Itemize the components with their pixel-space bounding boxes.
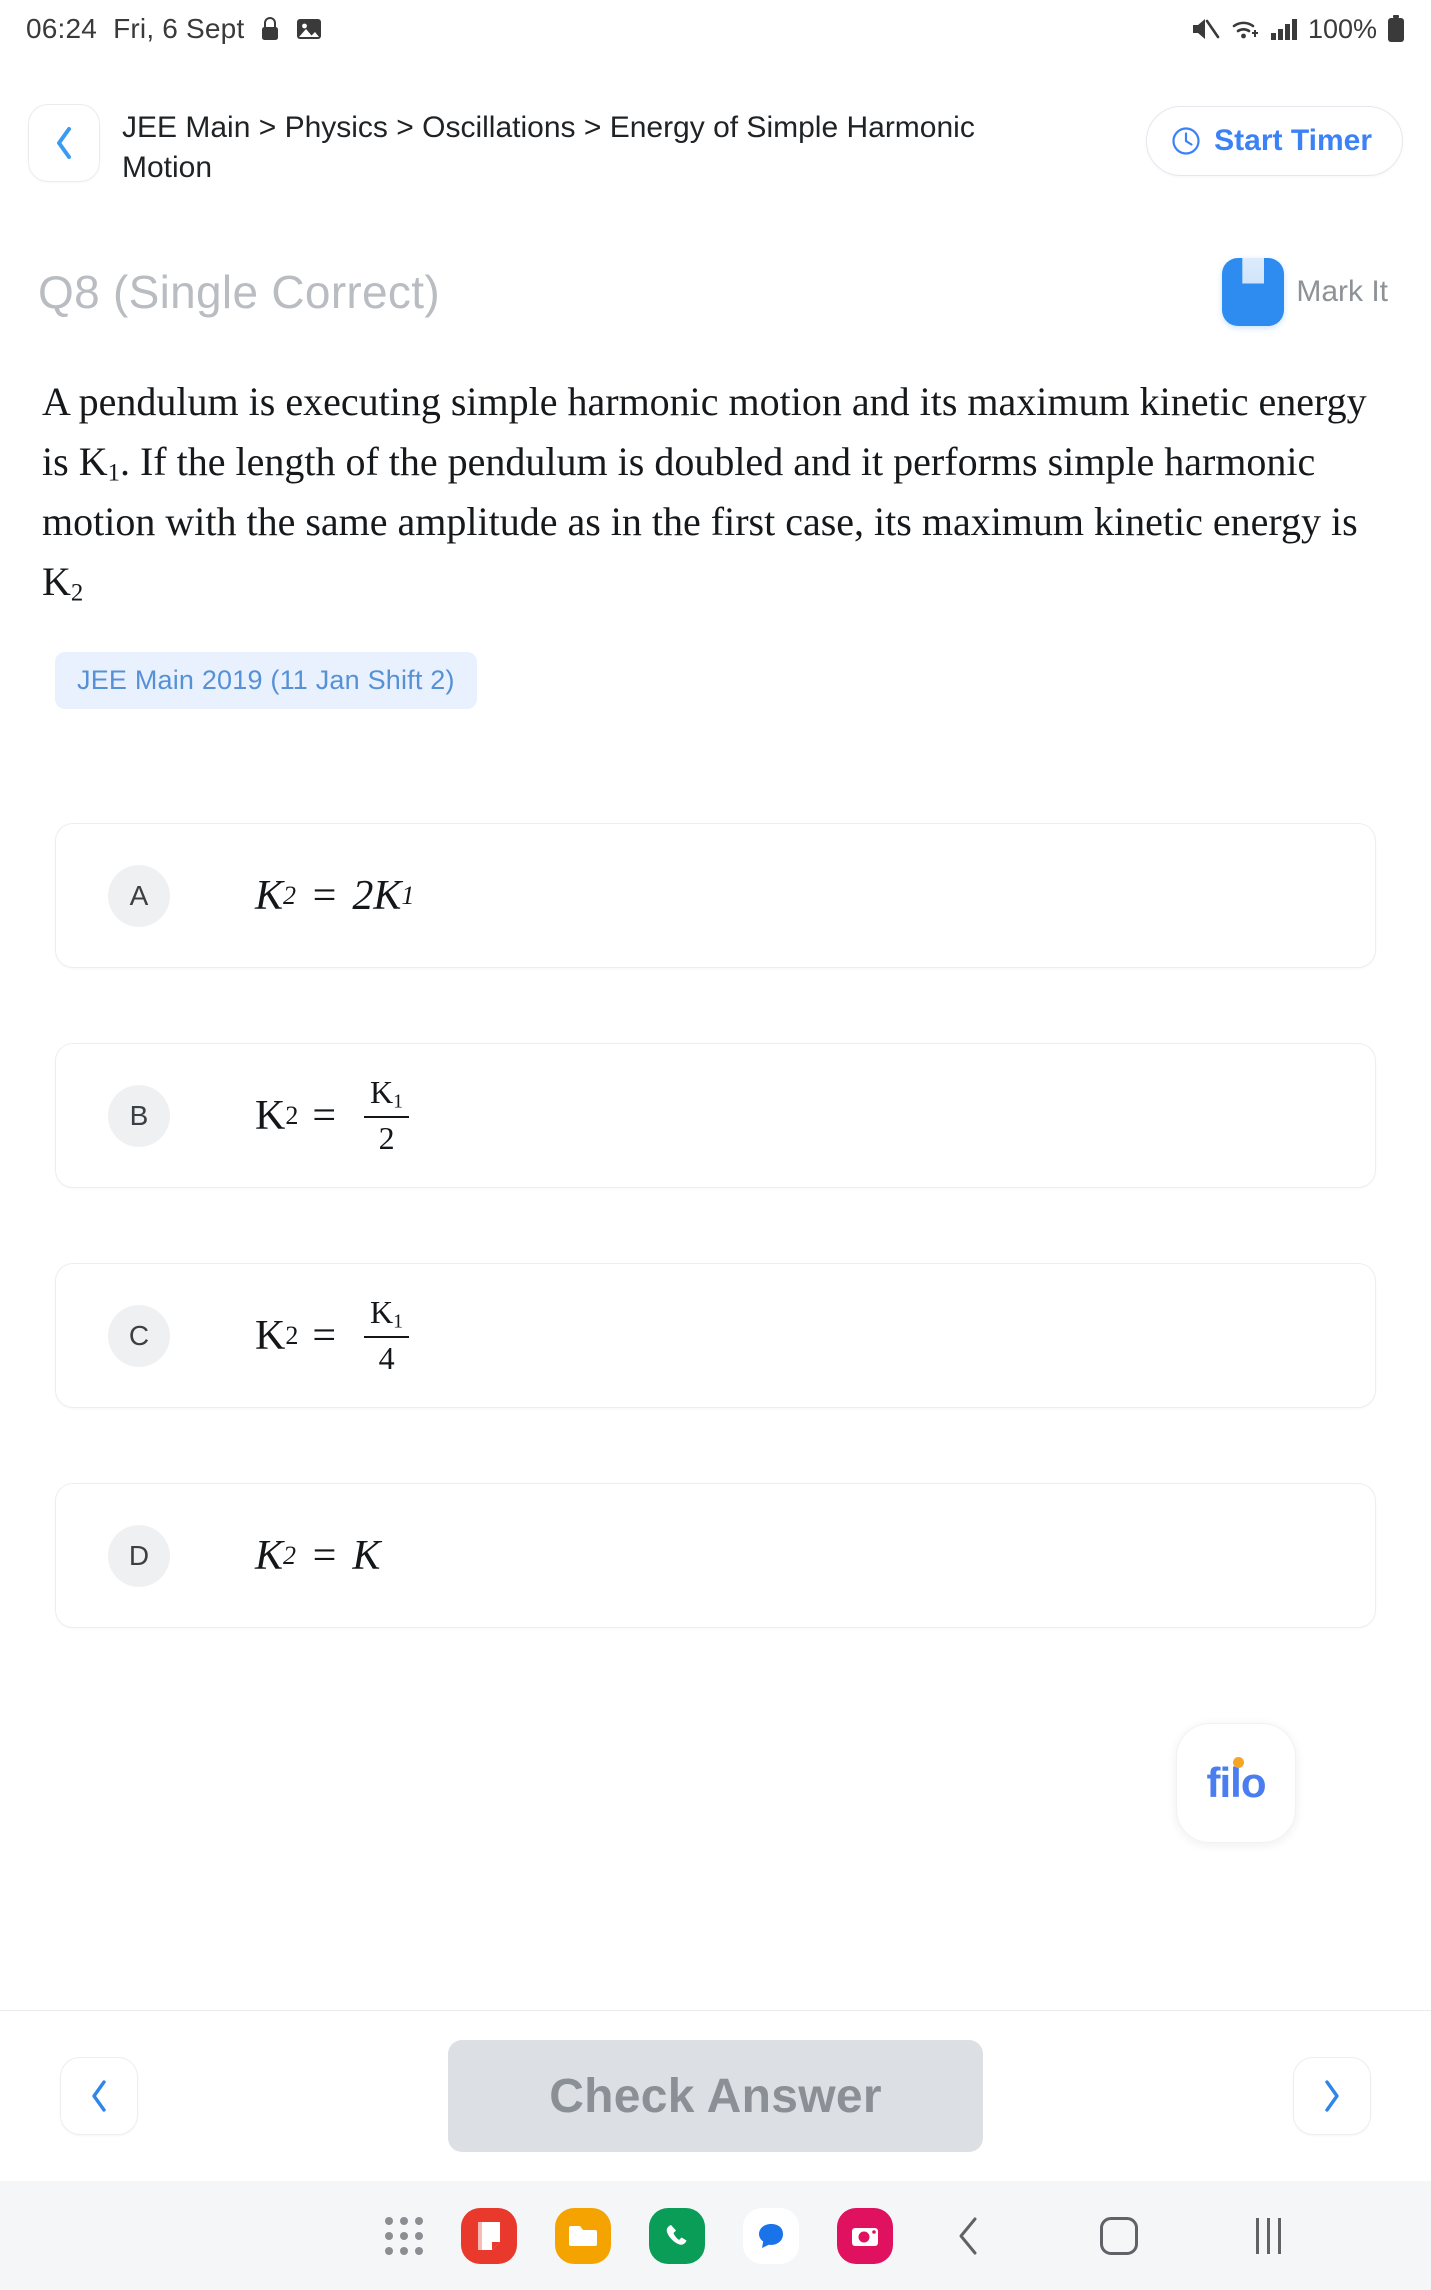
fraction-numerator: K1 — [370, 1073, 404, 1113]
bookmark-icon — [1222, 258, 1285, 326]
question-var-k2: K2 — [42, 559, 84, 607]
battery-percent: 100% — [1307, 13, 1377, 44]
fraction-denominator: 2 — [378, 1120, 395, 1156]
lock-icon — [260, 16, 280, 42]
mute-icon — [1190, 16, 1220, 42]
android-system-nav — [956, 2216, 1281, 2256]
android-nav-bar — [0, 2181, 1431, 2290]
mark-it-label: Mark It — [1296, 275, 1388, 308]
status-bar-right: 100% — [1190, 14, 1405, 45]
battery-icon — [1387, 15, 1405, 43]
back-icon[interactable] — [956, 2216, 982, 2256]
option-lhs: K — [255, 1092, 286, 1139]
option-rhs: 2K — [352, 872, 402, 919]
option-badge: B — [108, 1084, 170, 1147]
option-formula: K 2 = K1 2 — [255, 1073, 410, 1156]
home-icon[interactable] — [1100, 2216, 1138, 2255]
question-text: A pendulum is executing simple harmonic … — [0, 372, 1431, 612]
option-lhs: K — [255, 872, 284, 919]
phone-screen: 06:24 Fri, 6 Sept 100% JEE Main > Physic… — [0, 0, 1431, 2290]
option-badge: D — [108, 1524, 170, 1587]
status-bar: 06:24 Fri, 6 Sept 100% — [0, 0, 1431, 58]
options-list: A K2 = 2K 1 B K 2 = K1 2 C K 2 = K1 4 D K … — [0, 823, 1431, 1703]
previous-question-button[interactable] — [60, 2057, 138, 2135]
action-bar: Check Answer — [0, 2011, 1431, 2181]
chevron-left-icon — [92, 2080, 106, 2112]
question-var-k1: K1 — [78, 439, 120, 487]
status-bar-left: 06:24 Fri, 6 Sept — [26, 13, 322, 45]
equals-sign: = — [312, 1312, 337, 1359]
app-header: JEE Main > Physics > Oscillations > Ener… — [0, 104, 1431, 187]
option-c[interactable]: C K2 = K1 4 — [55, 1263, 1376, 1408]
messages-icon[interactable] — [743, 2207, 799, 2264]
fraction-denominator: 4 — [378, 1340, 395, 1376]
option-formula: K2 = 2K 1 — [255, 872, 415, 919]
signal-icon — [1270, 16, 1298, 42]
exam-tag: JEE Main 2019 (11 Jan Shift 2) — [55, 652, 477, 709]
camera-icon[interactable] — [837, 2207, 893, 2264]
android-taskbar-apps — [385, 2207, 893, 2264]
option-b[interactable]: B K 2 = K1 2 — [55, 1043, 1376, 1188]
recents-icon[interactable] — [1256, 2217, 1281, 2254]
fraction-bar — [364, 1336, 410, 1338]
option-lhs: K — [255, 1532, 284, 1579]
option-a[interactable]: A K2 = 2K 1 — [55, 823, 1376, 968]
equals-sign: = — [310, 1532, 339, 1579]
notes-icon[interactable] — [461, 2207, 517, 2264]
chevron-left-icon — [57, 127, 71, 159]
question-header: Q8 (Single Correct) Mark It — [0, 258, 1431, 326]
start-timer-button[interactable]: Start Timer — [1146, 106, 1403, 176]
chevron-right-icon — [1325, 2080, 1339, 2112]
wifi-icon — [1230, 16, 1260, 42]
status-date: Fri, 6 Sept — [113, 13, 245, 44]
filo-dot-icon — [1232, 1757, 1244, 1768]
fraction: K1 2 — [364, 1073, 410, 1156]
filo-wordmark: filo — [1206, 1757, 1266, 1806]
start-timer-label: Start Timer — [1214, 124, 1372, 157]
option-formula: K2 = K — [255, 1532, 381, 1579]
clock-icon — [1171, 126, 1201, 156]
header-back-button[interactable] — [28, 104, 100, 182]
question-text-part2: . If the length of the pendulum is doubl… — [42, 439, 1358, 544]
option-rhs: K — [352, 1532, 381, 1579]
next-question-button[interactable] — [1293, 2057, 1371, 2135]
option-badge: C — [108, 1304, 170, 1367]
fraction: K1 4 — [364, 1293, 410, 1376]
image-icon — [296, 16, 322, 42]
mark-it-button[interactable]: Mark It — [1222, 258, 1388, 326]
question-title: Q8 (Single Correct) — [38, 266, 440, 318]
phone-icon[interactable] — [649, 2207, 705, 2264]
equals-sign: = — [310, 872, 339, 919]
option-lhs: K — [255, 1312, 286, 1359]
apps-grid-icon[interactable] — [385, 2216, 423, 2255]
filo-logo-badge[interactable]: filo — [1176, 1723, 1296, 1843]
option-formula: K2 = K1 4 — [255, 1293, 410, 1376]
status-time: 06:24 — [26, 13, 98, 44]
fraction-bar — [364, 1116, 410, 1118]
option-badge: A — [108, 864, 170, 927]
breadcrumb[interactable]: JEE Main > Physics > Oscillations > Ener… — [122, 108, 1022, 187]
option-d[interactable]: D K2 = K — [55, 1483, 1376, 1628]
fraction-numerator: K1 — [370, 1293, 404, 1333]
files-icon[interactable] — [555, 2207, 611, 2264]
equals-sign: = — [312, 1092, 337, 1139]
check-answer-button[interactable]: Check Answer — [448, 2040, 983, 2152]
